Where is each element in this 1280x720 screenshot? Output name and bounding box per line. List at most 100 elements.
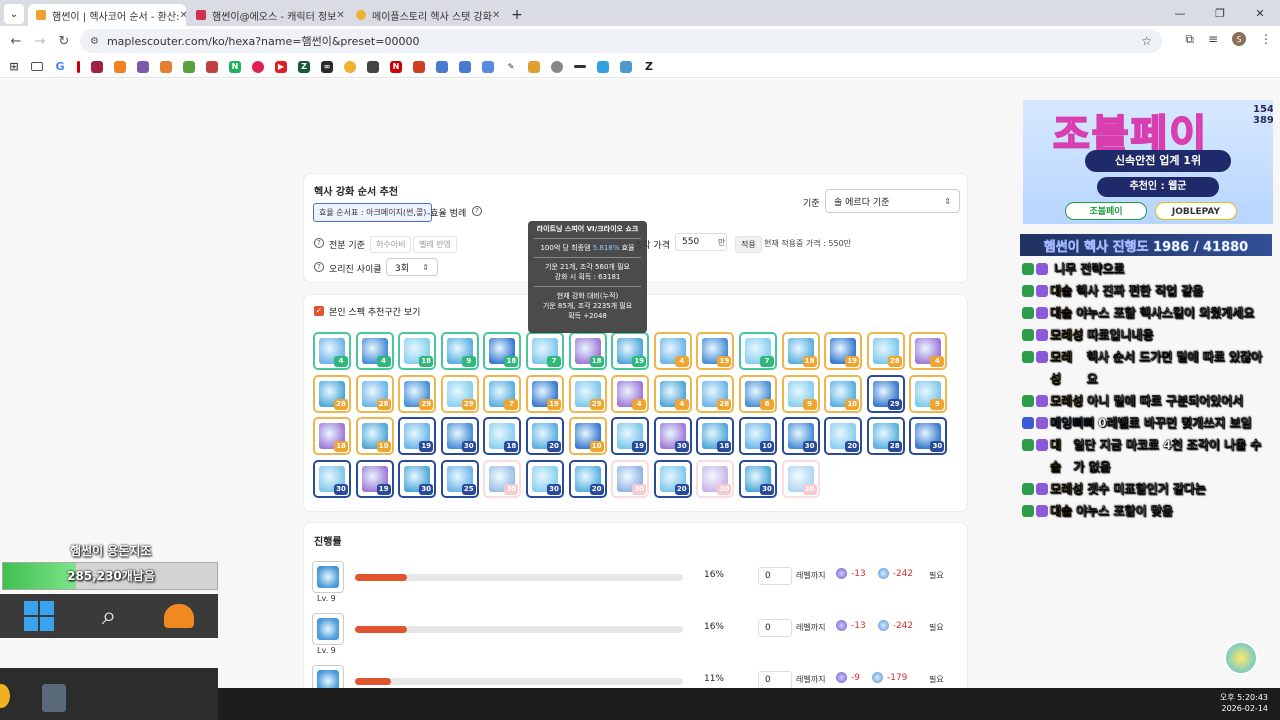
url-field[interactable]: ⚙ maplescouter.com/ko/hexa?name=햄썬이&pres… — [80, 29, 1162, 53]
close-window-button[interactable]: ✕ — [1240, 0, 1280, 26]
bookmark-icon[interactable] — [436, 60, 448, 73]
hexa-skill-icon[interactable]: 29 — [440, 374, 479, 413]
hexa-skill-icon[interactable]: 30 — [781, 417, 820, 455]
target-level-input[interactable]: 0 — [758, 671, 792, 689]
bookmark-icon[interactable] — [344, 60, 356, 73]
minimize-button[interactable]: — — [1160, 0, 1200, 26]
target-level-input[interactable]: 0 — [758, 567, 792, 585]
hexa-skill-icon[interactable]: 10 — [355, 417, 394, 455]
extensions-icon[interactable]: ⧉ — [1185, 32, 1194, 47]
hexa-skill-icon[interactable]: 30 — [781, 459, 820, 498]
hexa-skill-icon[interactable]: 9 — [440, 332, 479, 370]
hexa-skill-icon[interactable]: 30 — [696, 459, 735, 498]
hexa-skill-icon[interactable]: 18 — [483, 332, 522, 370]
netflix-icon[interactable]: N — [390, 60, 402, 73]
hexa-skill-icon[interactable]: 25 — [440, 459, 479, 498]
hexa-skill-icon[interactable]: 4 — [355, 332, 394, 370]
bookmark-icon[interactable]: Z — [298, 60, 310, 73]
hexa-skill-icon[interactable]: 9 — [781, 374, 820, 413]
bookmark-icon[interactable] — [252, 60, 264, 73]
bookmark-icon[interactable]: N — [229, 60, 241, 73]
bookmark-icon[interactable] — [91, 60, 103, 73]
hexa-skill-icon[interactable]: 30 — [398, 459, 437, 498]
forward-button[interactable]: → — [28, 34, 52, 49]
help-icon[interactable]: ? — [472, 206, 482, 216]
hexa-skill-icon[interactable]: 30 — [653, 417, 692, 455]
hexa-skill-icon[interactable]: 20 — [824, 417, 863, 455]
wrench-icon[interactable]: ✎ — [505, 61, 517, 73]
chatbot-button[interactable] — [1224, 641, 1258, 675]
hexa-skill-icon[interactable]: 19 — [398, 417, 437, 455]
hexa-skill-icon[interactable]: 28 — [866, 332, 905, 370]
hexa-skill-icon[interactable]: 30 — [483, 459, 522, 498]
hexa-skill-icon[interactable]: 18 — [781, 332, 820, 370]
checkbox[interactable]: ✓ — [314, 306, 324, 316]
origin-select[interactable]: 3회 ⇕ — [386, 258, 438, 276]
hexa-skill-icon[interactable]: 4 — [653, 374, 692, 413]
hexa-skill-icon[interactable]: 28 — [355, 374, 394, 413]
hexa-skill-icon[interactable]: 18 — [313, 417, 351, 455]
profile-avatar[interactable]: S — [1232, 32, 1246, 46]
hexa-skill-icon[interactable]: 18 — [568, 332, 607, 370]
new-tab-button[interactable]: + — [506, 7, 528, 26]
hexa-skill-icon[interactable]: 10 — [824, 374, 863, 413]
bookmark-icon[interactable] — [597, 60, 609, 73]
youtube-icon[interactable]: ▶ — [275, 60, 287, 73]
hexa-skill-icon[interactable]: 7 — [739, 332, 777, 370]
hexa-skill-icon[interactable]: 19 — [696, 332, 735, 370]
bookmark-icon[interactable] — [459, 60, 471, 73]
hexa-skill-icon[interactable]: 4 — [909, 332, 948, 370]
battle-option-dummy[interactable]: 허수아비 — [370, 236, 412, 253]
bookmark-icon[interactable] — [114, 60, 126, 73]
close-icon[interactable]: ✕ — [336, 10, 344, 21]
hexa-skill-icon[interactable]: 7 — [483, 374, 522, 413]
battle-option-bele[interactable]: 벨레 반영 — [413, 236, 457, 253]
hexa-skill-icon[interactable]: 8 — [739, 374, 777, 413]
browser-tab[interactable]: 메이플스토리 헥사 스탯 강화 ✕ — [348, 4, 506, 26]
hexa-skill-icon[interactable]: 9 — [909, 374, 948, 413]
browser-tab[interactable]: 햄썬이@에오스 - 캐릭터 정보 ✕ — [188, 4, 346, 26]
hexa-skill-icon[interactable]: 30 — [526, 459, 564, 498]
browser-tab-active[interactable]: 햄썬이 | 헥사코어 순서 - 환산: ✕ — [28, 4, 186, 26]
bookmark-icon[interactable] — [77, 60, 80, 73]
hexa-skill-icon[interactable]: 30 — [440, 417, 479, 455]
clock[interactable]: 오후 5:20:43 2026-02-14 — [1220, 692, 1268, 714]
close-icon[interactable]: ✕ — [492, 10, 500, 21]
efficiency-chip[interactable]: 효율 순서표 : 아크메이지(썬,콜) — [313, 203, 433, 222]
bookmark-icon[interactable] — [206, 60, 218, 73]
folder-icon[interactable] — [31, 62, 43, 71]
bookmark-icon[interactable]: Z — [643, 60, 655, 73]
hexa-skill-icon[interactable]: 18 — [696, 417, 735, 455]
mushroom-icon[interactable] — [164, 604, 195, 628]
hexa-skill-icon[interactable]: 19 — [824, 332, 863, 370]
hexa-skill-icon[interactable]: 19 — [526, 374, 564, 413]
hexa-skill-icon[interactable]: 30 — [611, 459, 650, 498]
basis-select[interactable]: 솔 에르다 기준 ⇕ — [825, 189, 960, 213]
close-icon[interactable]: ✕ — [179, 10, 186, 21]
bookmark-icon[interactable] — [620, 60, 632, 73]
maximize-button[interactable]: ❐ — [1200, 0, 1240, 26]
hexa-skill-icon[interactable]: 19 — [355, 459, 394, 498]
hexa-skill-icon[interactable]: 4 — [611, 374, 650, 413]
windows-icon[interactable] — [23, 601, 54, 631]
hexa-skill-icon[interactable]: 28 — [866, 417, 905, 455]
hexa-skill-icon[interactable]: 29 — [568, 374, 607, 413]
apply-button[interactable]: 적용 — [735, 236, 762, 253]
bookmark-icon[interactable] — [160, 60, 172, 73]
hexa-skill-icon[interactable]: 20 — [526, 417, 564, 455]
reload-button[interactable]: ↻ — [52, 34, 76, 49]
bookmark-star-icon[interactable]: ☆ — [1141, 34, 1152, 48]
hexa-skill-icon[interactable]: 28 — [313, 374, 351, 413]
hexa-skill-icon[interactable]: 4 — [313, 332, 351, 370]
hexa-skill-icon[interactable]: 20 — [568, 459, 607, 498]
hexa-skill-icon[interactable]: 19 — [611, 332, 650, 370]
price-input[interactable]: 550 만 — [675, 233, 727, 251]
hexa-skill-icon[interactable]: 30 — [313, 459, 351, 498]
bookmark-icon[interactable] — [528, 60, 540, 73]
bookmark-icon[interactable] — [367, 60, 379, 73]
apps-icon[interactable]: ⊞ — [8, 60, 20, 73]
bookmark-icon[interactable]: ∞ — [321, 60, 333, 73]
hexa-skill-icon[interactable]: 18 — [483, 417, 522, 455]
media-icon[interactable]: ≡ — [1208, 32, 1218, 47]
hexa-skill-icon[interactable]: 30 — [909, 417, 948, 455]
